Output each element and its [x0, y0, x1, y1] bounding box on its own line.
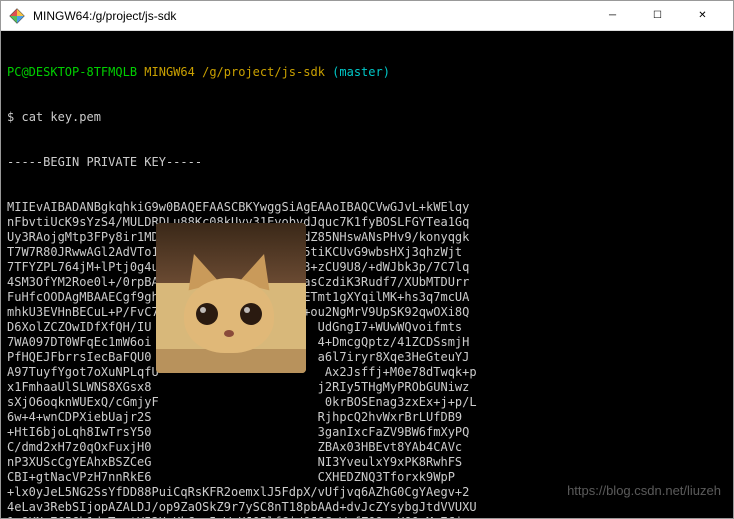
pem-line: Uy3RAojgMtp3FPy8ir1MDSK7t7i4sXmvs4bvSzUI… — [7, 230, 727, 245]
pem-line: nFbvtiUcK9sYzS4/MULDRDLu88Kc08kUvv31Eyob… — [7, 215, 727, 230]
pem-line: D6XolZCZOwIDfXfQH/IU UdGngI7+WUwWQvoifmt… — [7, 320, 727, 335]
titlebar[interactable]: MINGW64:/g/project/js-sdk ─ ☐ ✕ — [1, 1, 733, 31]
pem-body: MIIEvAIBADANBgkqhkiG9w0BAQEFAASCBKYwggSi… — [7, 200, 727, 518]
window: MINGW64:/g/project/js-sdk ─ ☐ ✕ PC@DESKT… — [0, 0, 734, 519]
pem-line: 4eLav3RebSIjopAZALDJ/op9ZaOSkZ9r7ySC8nT1… — [7, 500, 727, 515]
pem-line: 4SM3OfYM2Roe0l+/0rpBAFSwTAsK0pu1UzZHkPBo… — [7, 275, 727, 290]
minimize-button[interactable]: ─ — [590, 1, 635, 31]
app-icon — [9, 8, 25, 24]
maximize-button[interactable]: ☐ — [635, 1, 680, 31]
pem-line: MIIEvAIBADANBgkqhkiG9w0BAQEFAASCBKYwggSi… — [7, 200, 727, 215]
pem-line: 7WA097DT0WFqEc1mW6oi 4+DmcgQptz/41ZCDSsm… — [7, 335, 727, 350]
pem-line: mhkU3EVHnBECuL+P/FvC7hB6+RooX4E/Rl18WWDf… — [7, 305, 727, 320]
prompt-dollar: $ — [7, 110, 14, 124]
watermark: https://blog.csdn.net/liuzeh — [567, 483, 721, 498]
prompt-line: PC@DESKTOP-8TFMQLB MINGW64 /g/project/js… — [7, 65, 727, 80]
close-button[interactable]: ✕ — [680, 1, 725, 31]
pem-line: A97TuyfYgot7oXuNPLqfU Ax2Jsffj+M0e78dTwq… — [7, 365, 727, 380]
overlay-cat-image — [156, 223, 306, 373]
prompt-user-host: PC@DESKTOP-8TFMQLB — [7, 65, 137, 79]
pem-line: 7TFYZPL764jM+lPtj0g4uRNosLoKkmOJAWA+TvLG… — [7, 260, 727, 275]
pem-line: FuHfcOODAgMBAAECgf9ghJ7tCvQwRaQvepSN69f/… — [7, 290, 727, 305]
pem-line: PfHQEJFbrrsIecBaFQU0 a6l7iryr8Xqe3HeGteu… — [7, 350, 727, 365]
pem-line: +HtI6bjoLqh8IwTrsY50 3ganIxcFaZV9BW6fmXy… — [7, 425, 727, 440]
terminal[interactable]: PC@DESKTOP-8TFMQLB MINGW64 /g/project/js… — [1, 31, 733, 518]
pem-line: x1FmhaaUlSLWNS8XGsx8 j2RIy5THgMyPRObGUNi… — [7, 380, 727, 395]
prompt-branch: (master) — [332, 65, 390, 79]
prompt-env: MINGW64 — [144, 65, 195, 79]
command-text: cat key.pem — [21, 110, 100, 124]
pem-line: 1c9KNo7656b1dpTrwtY52UuKkGnq5sWqKJQ5lfGi… — [7, 515, 727, 518]
pem-line: C/dmd2xH7z0qOxFuxjH0 ZBAx03HBEvt8YAb4CAV… — [7, 440, 727, 455]
prompt-path: /g/project/js-sdk — [202, 65, 325, 79]
pem-begin: -----BEGIN PRIVATE KEY----- — [7, 155, 727, 170]
pem-line: T7W7R80JRwwAGl2AdVTo1w3K4qzKS2Li0OhCqgD3… — [7, 245, 727, 260]
pem-line: sXjO6oqknWUExQ/cGmjyF 0krBOSEnag3zxEx+j+… — [7, 395, 727, 410]
pem-line: 6w+4+wnCDPXiebUajr2S RjhpcQ2hvWxrBrLUfDB… — [7, 410, 727, 425]
window-title: MINGW64:/g/project/js-sdk — [33, 9, 590, 23]
command-line: $ cat key.pem — [7, 110, 727, 125]
pem-line: nP3XUScCgYEAhxBSZCeG NI3YveulxY9xPK8RwhF… — [7, 455, 727, 470]
